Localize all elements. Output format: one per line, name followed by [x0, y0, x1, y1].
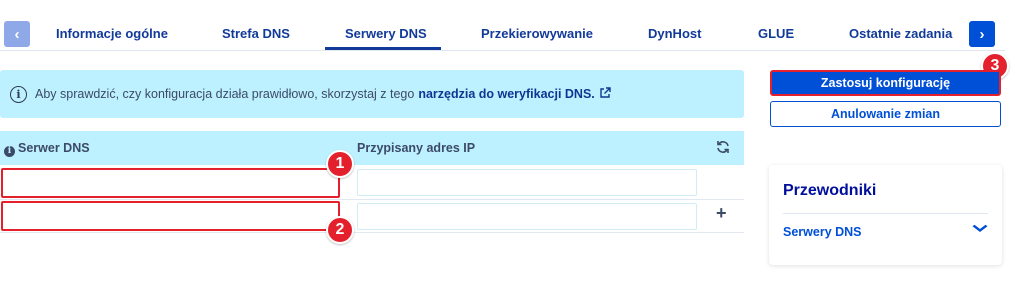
step-marker-1: 1: [326, 150, 354, 178]
plus-icon[interactable]: +: [716, 203, 727, 224]
chevron-down-icon[interactable]: [971, 221, 989, 238]
tab-ostatnie-zadania[interactable]: Ostatnie zadania: [849, 26, 952, 41]
chevron-right-icon: ›: [979, 25, 985, 43]
tab-przekierowywanie[interactable]: Przekierowywanie: [481, 26, 593, 41]
dns-server-input-1[interactable]: [1, 168, 340, 198]
external-link-icon[interactable]: [599, 86, 611, 102]
dns-table-header: i Serwer DNS Przypisany adres IP: [0, 131, 744, 165]
apply-configuration-button[interactable]: Zastosuj konfigurację: [770, 70, 1001, 96]
info-icon: i: [4, 146, 15, 157]
guides-card: Przewodniki Serwery DNS: [769, 165, 1002, 265]
tab-serwery-dns[interactable]: Serwery DNS: [345, 26, 427, 41]
ip-address-input-2[interactable]: [357, 203, 697, 230]
dns-verification-link[interactable]: narzędzia do weryfikacji DNS.: [418, 87, 594, 101]
guides-item-dns-servers[interactable]: Serwery DNS: [783, 225, 862, 239]
guides-divider: [783, 213, 988, 214]
ip-address-input-1[interactable]: [357, 169, 697, 196]
column-header-server: i Serwer DNS: [4, 141, 90, 157]
cancel-changes-button[interactable]: Anulowanie zmian: [770, 101, 1001, 127]
info-banner: i Aby sprawdzić, czy konfiguracja działa…: [0, 70, 744, 118]
column-header-ip: Przypisany adres IP: [357, 141, 476, 155]
guides-title: Przewodniki: [783, 182, 877, 199]
step-marker-2: 2: [326, 216, 354, 244]
tab-glue[interactable]: GLUE: [758, 26, 794, 41]
dns-server-input-2[interactable]: [1, 201, 340, 231]
tabs-prev-button[interactable]: ‹: [4, 21, 30, 47]
row-divider: [0, 232, 744, 233]
tab-informacje-ogolne[interactable]: Informacje ogólne: [56, 26, 168, 41]
tab-dynhost[interactable]: DynHost: [648, 26, 701, 41]
tab-strefa-dns[interactable]: Strefa DNS: [222, 26, 290, 41]
row-divider: [0, 199, 744, 200]
tabs-next-button[interactable]: ›: [969, 21, 995, 47]
active-tab-indicator: [325, 47, 441, 50]
column-header-server-label: Serwer DNS: [18, 141, 90, 155]
info-text: Aby sprawdzić, czy konfiguracja działa p…: [35, 87, 415, 101]
info-circle-icon: i: [10, 85, 27, 103]
refresh-icon[interactable]: [716, 140, 730, 157]
chevron-left-icon: ‹: [14, 25, 20, 43]
tab-bar-divider: [0, 50, 1005, 51]
tab-bar: ‹ Informacje ogólne Strefa DNS Serwery D…: [0, 0, 1024, 70]
